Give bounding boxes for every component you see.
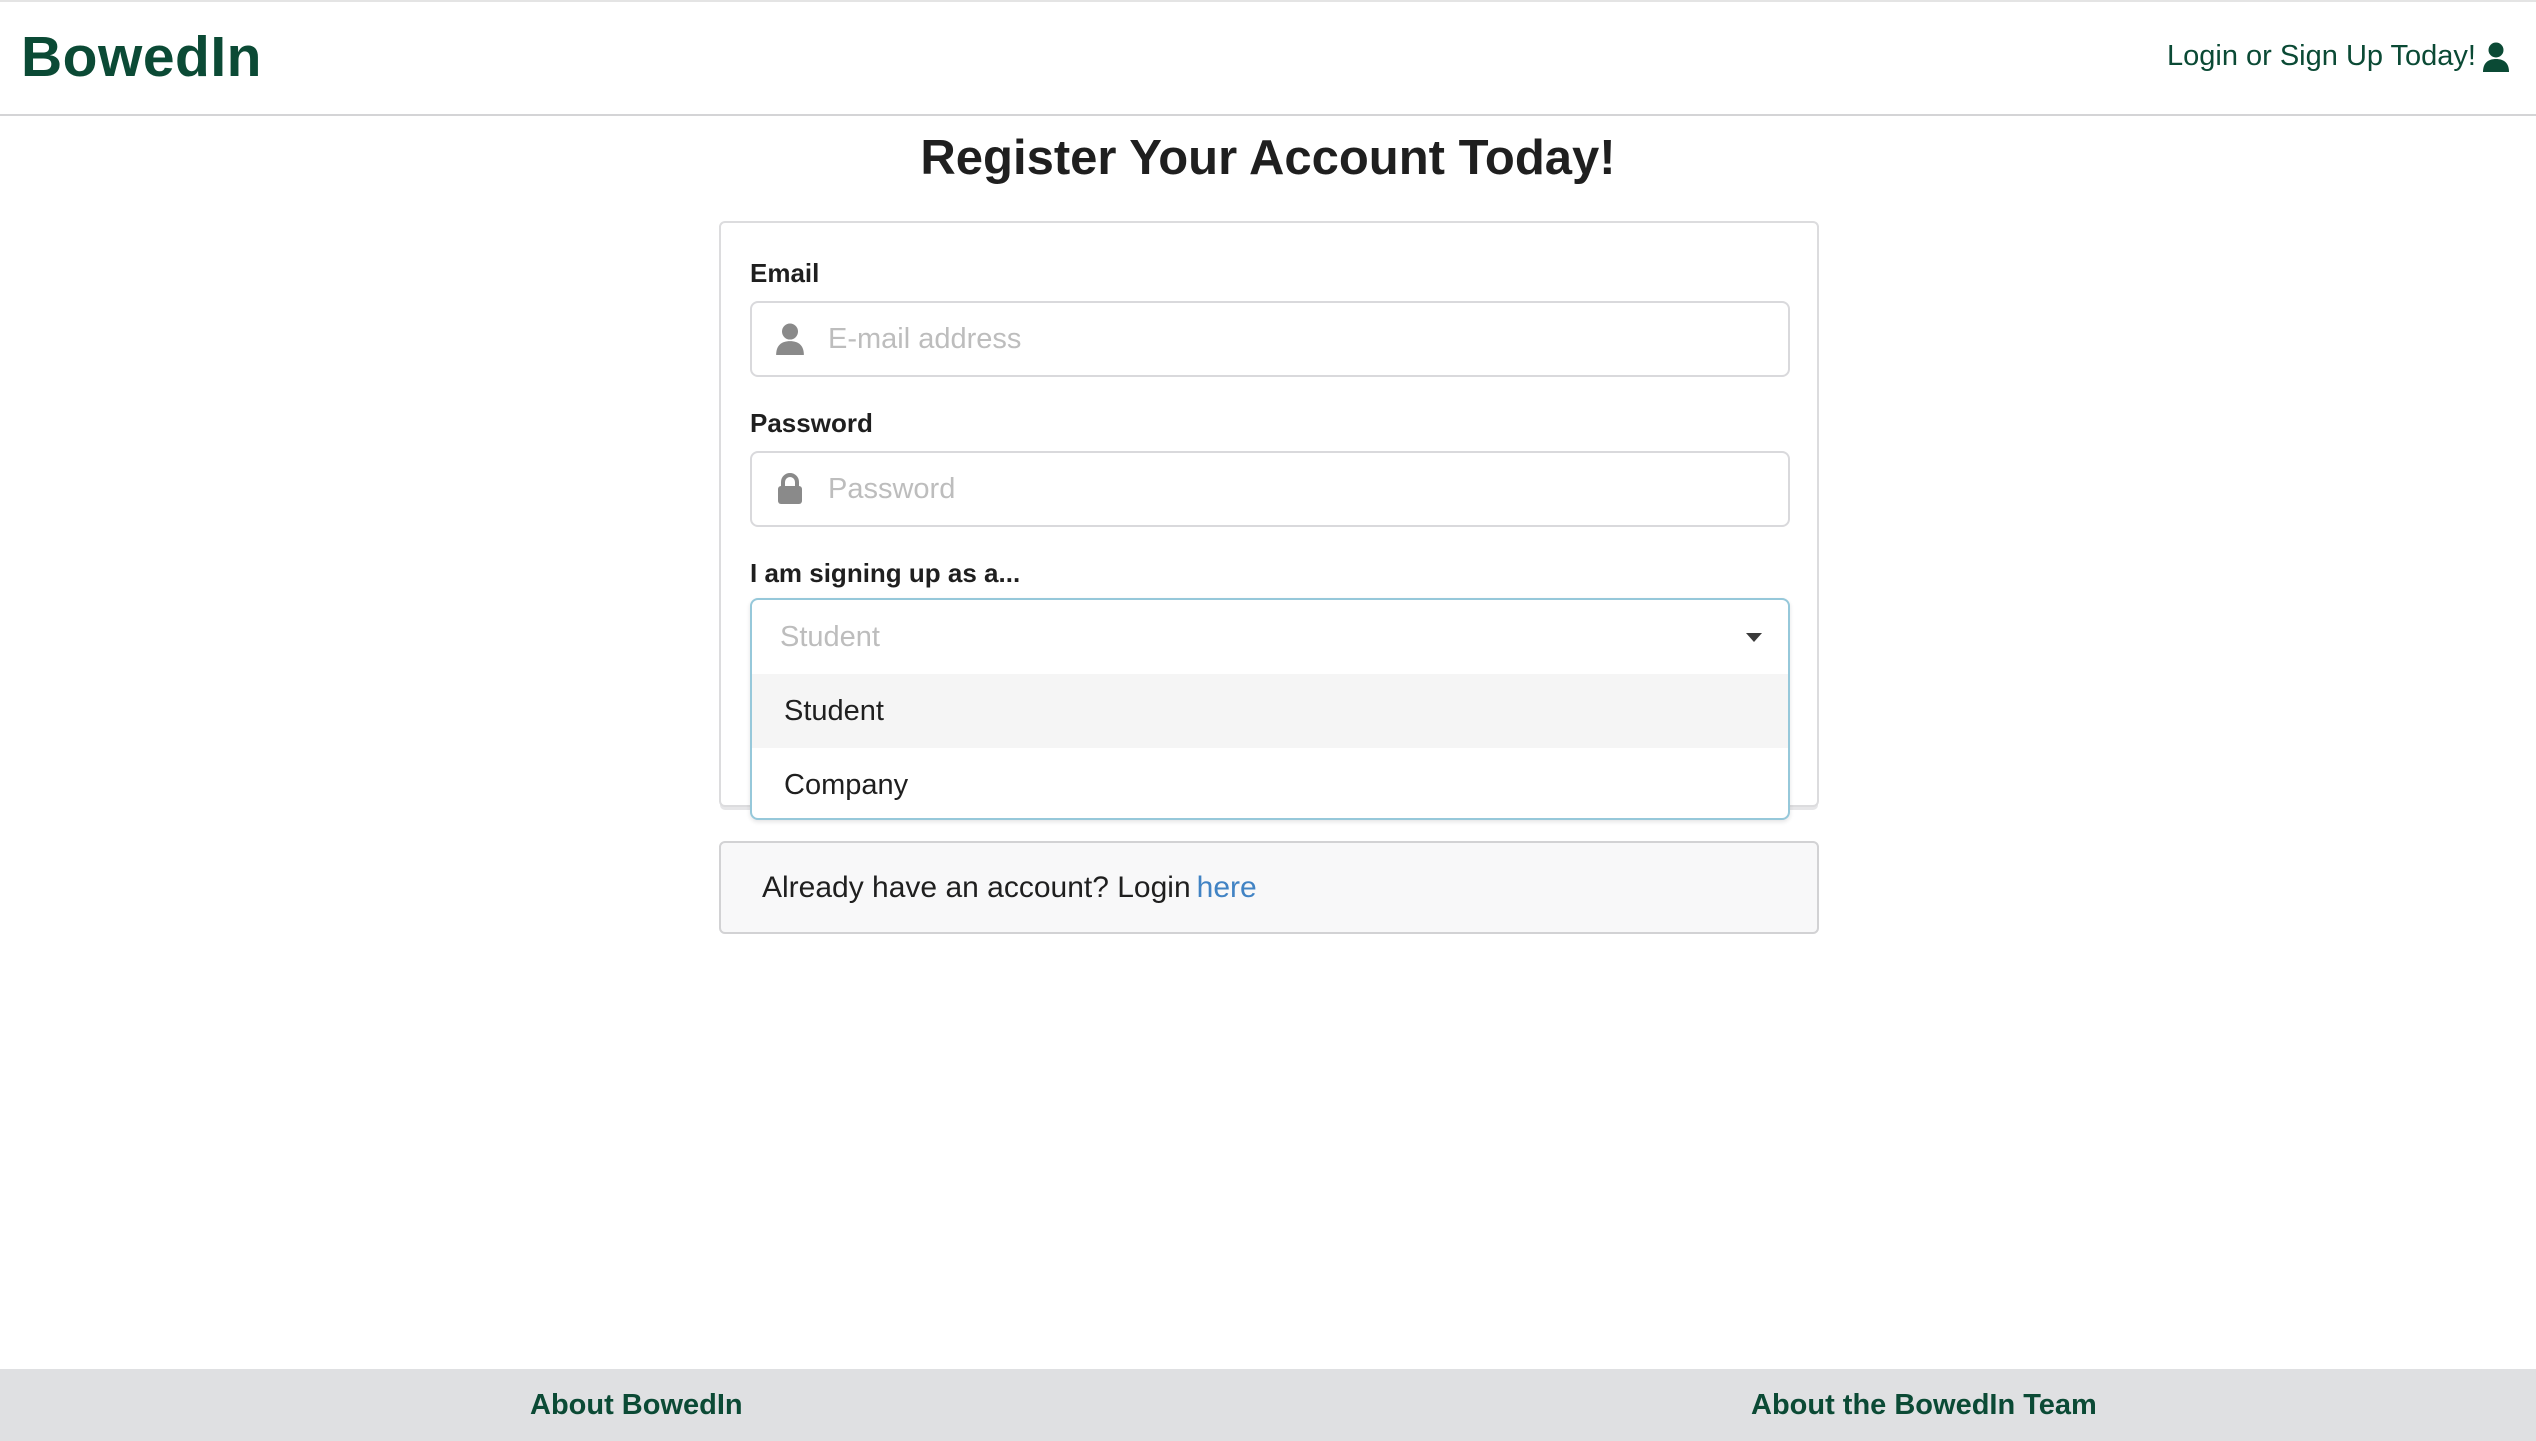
- password-label: Password: [750, 408, 873, 438]
- email-label: Email: [750, 258, 820, 288]
- role-label: I am signing up as a...: [750, 558, 1021, 588]
- email-field[interactable]: [828, 303, 1788, 375]
- login-signup-link[interactable]: Login or Sign Up Today!: [2167, 40, 2510, 73]
- user-icon: [2483, 42, 2509, 72]
- password-field-wrapper: [750, 451, 1790, 527]
- dropdown-option-student[interactable]: Student: [752, 674, 1788, 748]
- brand-logo[interactable]: BowedIn: [21, 24, 262, 90]
- role-dropdown[interactable]: Student Student Company: [750, 598, 1790, 820]
- footer: About BowedIn About the BowedIn Team: [0, 1369, 2536, 1441]
- about-bowedin-link[interactable]: About BowedIn: [530, 1389, 743, 1422]
- email-field-wrapper: [750, 301, 1790, 377]
- about-team-link[interactable]: About the BowedIn Team: [1751, 1389, 2097, 1422]
- login-signup-label: Login or Sign Up Today!: [2166, 40, 2476, 72]
- login-prompt-box: Already have an account? Login here: [719, 841, 1819, 934]
- top-navbar: BowedIn Login or Sign Up Today!: [0, 0, 2536, 116]
- password-field[interactable]: [828, 453, 1788, 525]
- user-icon: [752, 323, 828, 355]
- register-form: Email Password I am signing up as a... S…: [719, 221, 1819, 820]
- lock-icon: [752, 473, 828, 505]
- caret-down-icon: [1746, 632, 1762, 642]
- login-prompt-text: Already have an account? Login: [762, 870, 1191, 904]
- role-dropdown-value: Student: [780, 620, 880, 653]
- login-here-link[interactable]: here: [1197, 871, 1257, 905]
- role-dropdown-trigger[interactable]: Student: [752, 600, 1788, 674]
- dropdown-option-company[interactable]: Company: [752, 748, 1788, 818]
- page-title: Register Your Account Today!: [920, 131, 1616, 185]
